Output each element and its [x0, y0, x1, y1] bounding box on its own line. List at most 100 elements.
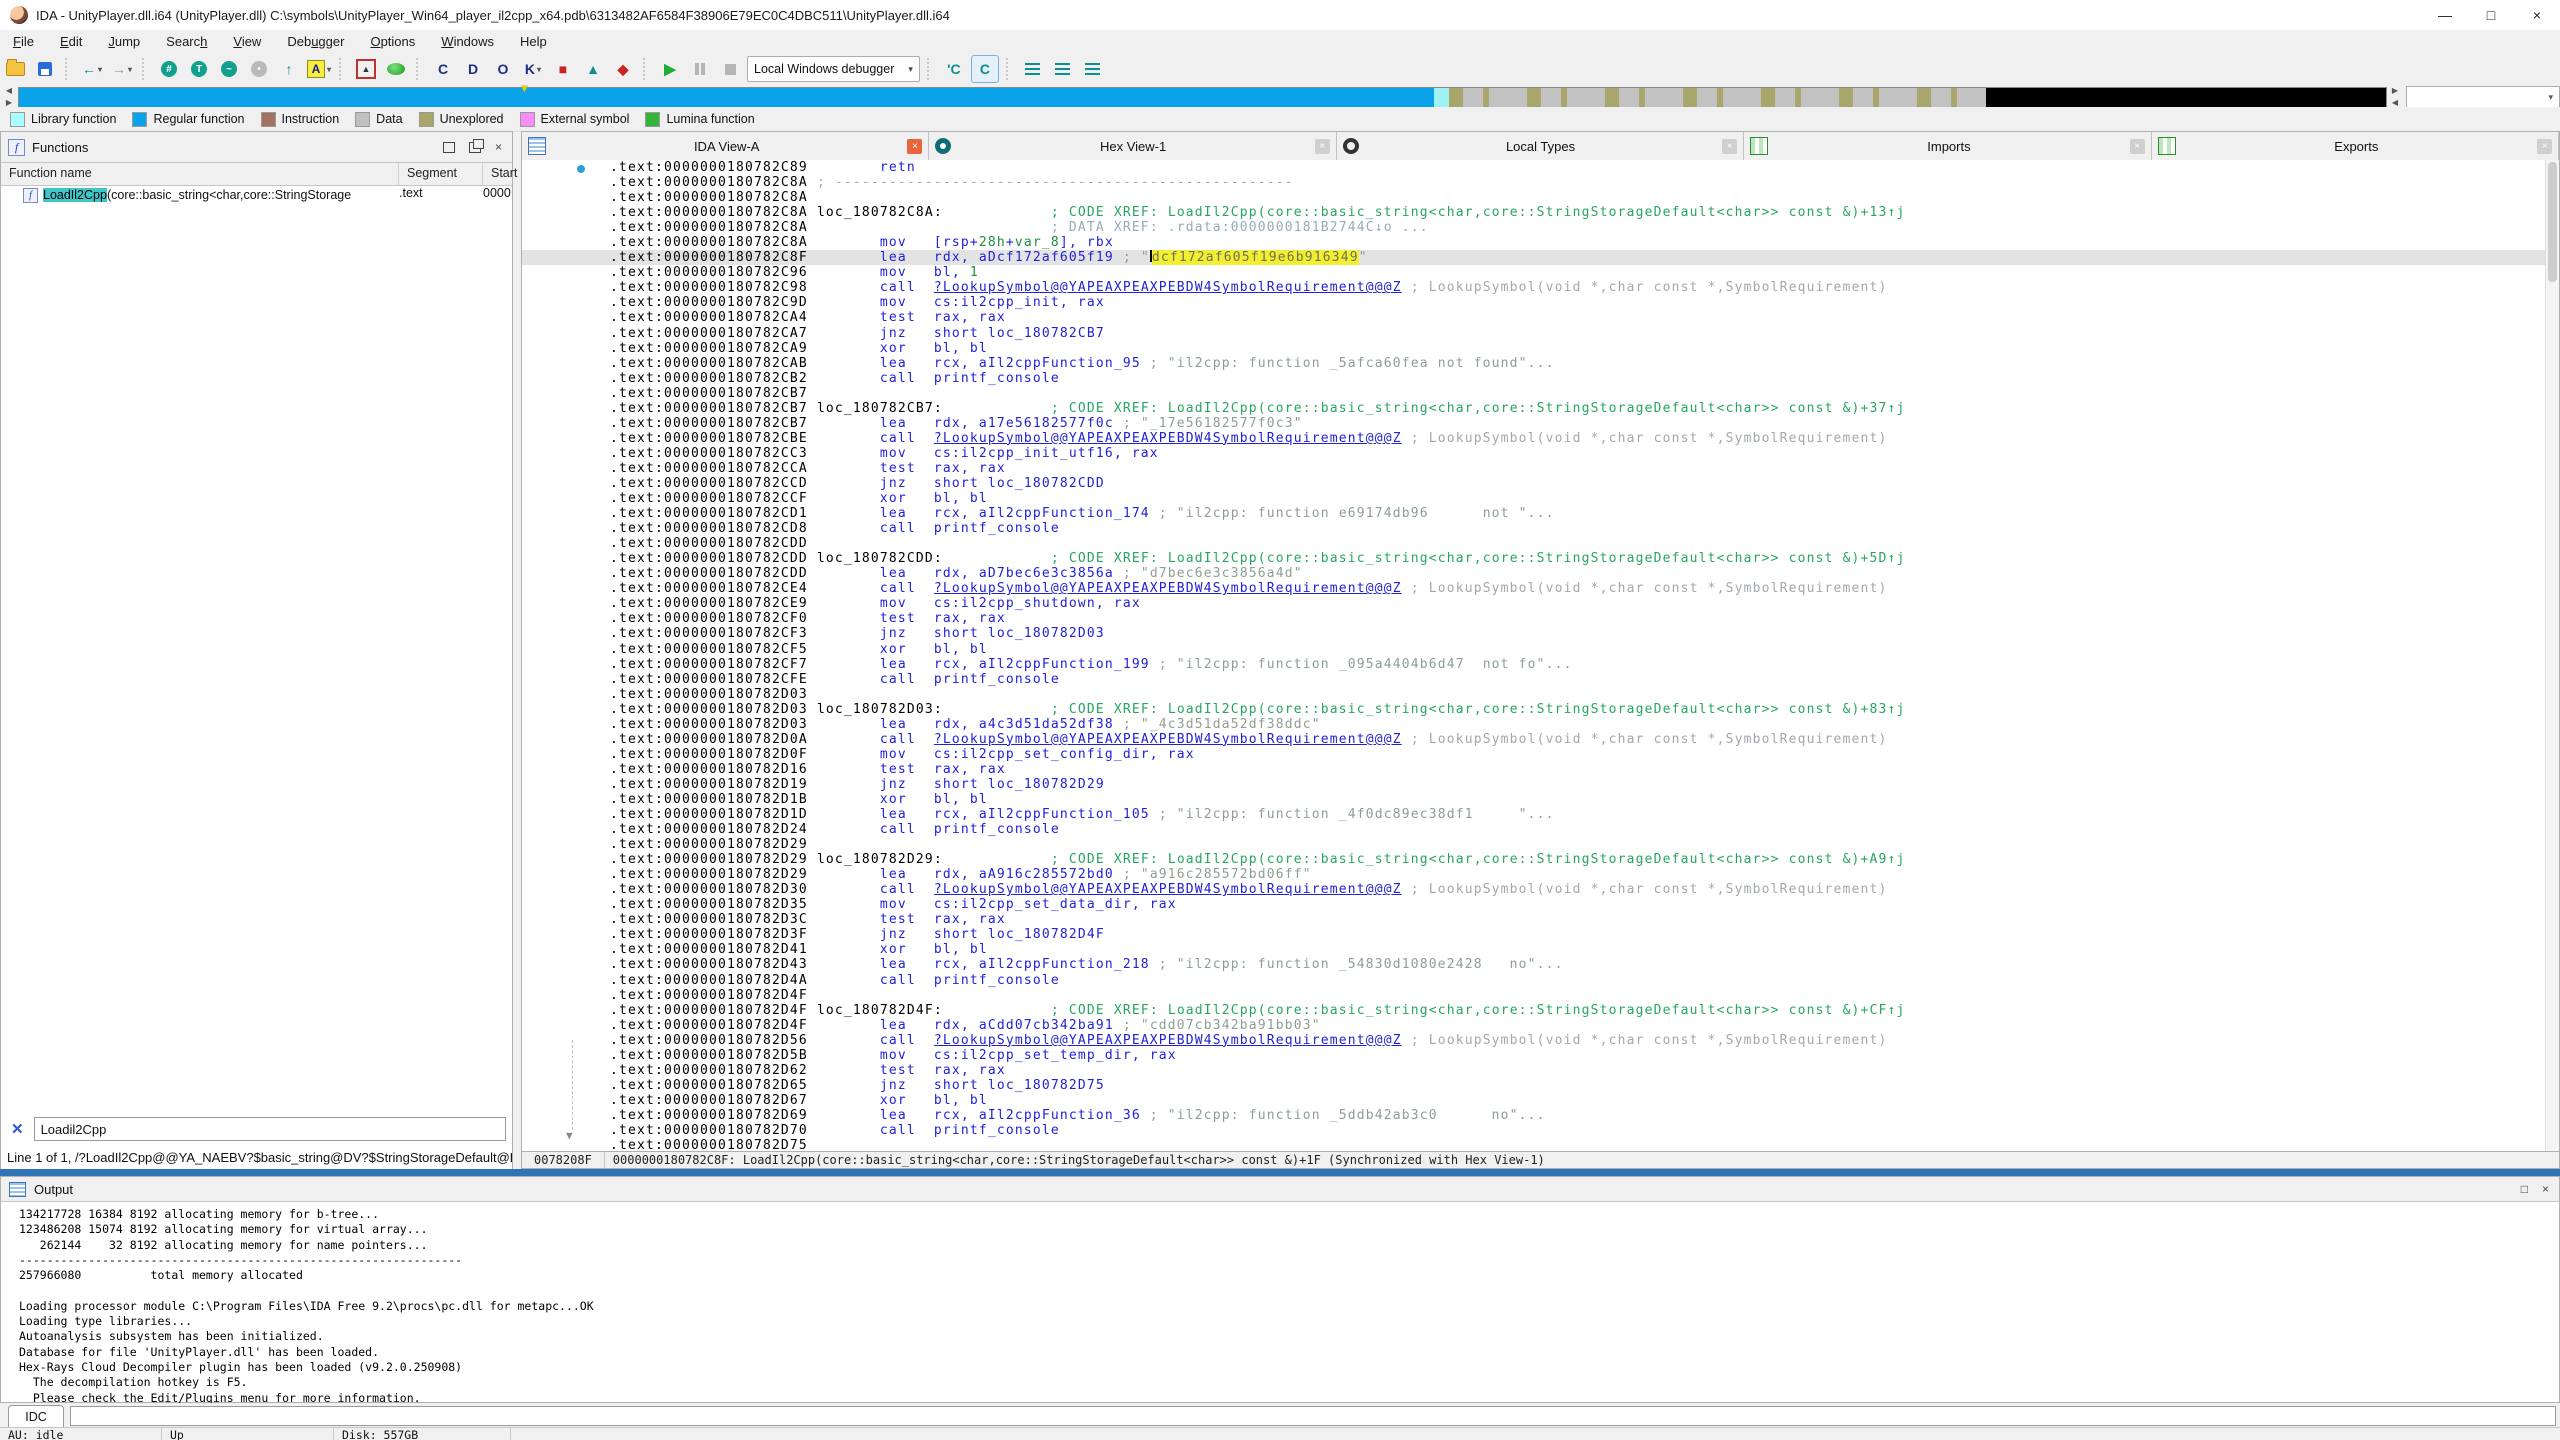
disasm-line[interactable]: .text:0000000180782CF5 xor bl, bl [522, 642, 2546, 657]
navigate-back-button[interactable]: ←▾ [79, 56, 105, 82]
enums-button[interactable] [1080, 56, 1106, 82]
disasm-line[interactable]: .text:0000000180782CE9 mov cs:il2cpp_shu… [522, 596, 2546, 611]
library-function-region[interactable] [1434, 88, 1449, 107]
scrollbar-thumb[interactable] [2548, 162, 2557, 282]
disasm-line[interactable]: .text:0000000180782D4F loc_180782D4F: ; … [522, 1003, 2546, 1018]
disasm-line[interactable]: .text:0000000180782D0F mov cs:il2cpp_set… [522, 747, 2546, 762]
patch-button[interactable]: ◆ [610, 56, 636, 82]
tab-local-types[interactable]: Local Types× [1337, 132, 1744, 160]
disasm-line[interactable]: .text:0000000180782CE4 call ?LookupSymbo… [522, 581, 2546, 596]
restore-icon[interactable]: □ [2521, 1182, 2528, 1196]
disasm-line[interactable]: .text:0000000180782D1B xor bl, bl [522, 792, 2546, 807]
functions-filter-input[interactable]: Loadil2Cpp [34, 1117, 506, 1141]
column-function-name[interactable]: Function name [1, 163, 399, 185]
disasm-line[interactable]: .text:0000000180782D24 call printf_conso… [522, 822, 2546, 837]
close-icon[interactable]: × [1315, 139, 1330, 154]
menu-item-jump[interactable]: Jump [95, 34, 153, 49]
tab-hex-view-1[interactable]: Hex View-1× [929, 132, 1336, 160]
close-icon[interactable]: × [907, 139, 922, 154]
external-region[interactable] [1986, 88, 2386, 107]
disasm-line[interactable]: .text:0000000180782CA7 jnz short loc_180… [522, 326, 2546, 341]
subviews-button[interactable] [1020, 56, 1046, 82]
disasm-line[interactable]: .text:0000000180782D5B mov cs:il2cpp_set… [522, 1048, 2546, 1063]
disasm-line[interactable]: .text:0000000180782D70 call printf_conso… [522, 1123, 2546, 1138]
pause-process-button[interactable] [687, 56, 713, 82]
menu-item-view[interactable]: View [220, 34, 274, 49]
maximize-panel-icon[interactable] [443, 142, 455, 153]
column-segment[interactable]: Segment [399, 163, 483, 185]
disasm-line[interactable]: .text:0000000180782C8A ; DATA XREF: .rda… [522, 220, 2546, 235]
disasm-line[interactable]: .text:0000000180782CB7 lea rdx, a17e5618… [522, 416, 2546, 431]
menu-item-options[interactable]: Options [357, 34, 428, 49]
jump-to-address-button[interactable]: # [156, 56, 182, 82]
disasm-line[interactable]: .text:0000000180782CA4 test rax, rax [522, 310, 2546, 325]
close-icon[interactable]: × [2537, 139, 2552, 154]
disasm-line[interactable]: .text:0000000180782CF7 lea rcx, aIl2cppF… [522, 657, 2546, 672]
breakpoint-button[interactable]: ▲ [353, 56, 379, 82]
disasm-line[interactable]: .text:0000000180782D35 mov cs:il2cpp_set… [522, 897, 2546, 912]
menu-item-edit[interactable]: Edit [47, 34, 95, 49]
disasm-line[interactable]: .text:0000000180782CDD lea rdx, aD7bec6e… [522, 566, 2546, 581]
disasm-line[interactable]: .text:0000000180782CF3 jnz short loc_180… [522, 626, 2546, 641]
stop-process-button[interactable] [717, 56, 743, 82]
disasm-line[interactable]: .text:0000000180782C8F lea rdx, aDcf172a… [522, 250, 2546, 265]
jump-to-name-button[interactable]: T [186, 56, 212, 82]
disasm-line[interactable]: .text:0000000180782CD1 lea rcx, aIl2cppF… [522, 506, 2546, 521]
disasm-line[interactable]: .text:0000000180782CCA test rax, rax [522, 461, 2546, 476]
close-icon[interactable]: × [1722, 139, 1737, 154]
disasm-line[interactable]: .text:0000000180782D41 xor bl, bl [522, 942, 2546, 957]
disasm-line[interactable]: .text:0000000180782D3F jnz short loc_180… [522, 927, 2546, 942]
disasm-line[interactable]: .text:0000000180782C8A loc_180782C8A: ; … [522, 205, 2546, 220]
undefine-button[interactable]: ■ [550, 56, 576, 82]
analysis-options-button[interactable]: A▾ [306, 56, 332, 82]
make-array-button[interactable]: K▾ [520, 56, 546, 82]
navigation-band[interactable]: ▼ [18, 87, 2387, 108]
disasm-line[interactable]: .text:0000000180782D3C test rax, rax [522, 912, 2546, 927]
menu-item-debugger[interactable]: Debugger [274, 34, 357, 49]
decompile-button[interactable]: 'C [941, 56, 967, 82]
disasm-line[interactable]: .text:0000000180782C96 mov bl, 1 [522, 265, 2546, 280]
disasm-line[interactable]: .text:0000000180782CAB lea rcx, aIl2cppF… [522, 356, 2546, 371]
open-file-button[interactable] [2, 56, 28, 82]
disassembly-scrollbar[interactable] [2545, 160, 2559, 1152]
disasm-line[interactable]: .text:0000000180782D16 test rax, rax [522, 762, 2546, 777]
disasm-line[interactable]: .text:0000000180782CB7 loc_180782CB7: ; … [522, 401, 2546, 416]
close-icon[interactable]: × [2130, 139, 2145, 154]
float-panel-icon[interactable] [469, 142, 481, 153]
navband-scroll-left[interactable]: ◀▶ [2, 86, 16, 107]
disasm-line[interactable]: .text:0000000180782C8A ; ---------------… [522, 175, 2546, 190]
disasm-line[interactable]: .text:0000000180782D0A call ?LookupSymbo… [522, 732, 2546, 747]
disasm-line[interactable]: .text:0000000180782C8A mov [rsp+28h+var_… [522, 235, 2546, 250]
rename-button[interactable]: ▲ [580, 56, 606, 82]
save-database-button[interactable] [32, 56, 58, 82]
disasm-line[interactable]: .text:0000000180782C9D mov cs:il2cpp_ini… [522, 295, 2546, 310]
close-panel-icon[interactable]: × [495, 140, 502, 154]
disasm-line[interactable]: .text:0000000180782D56 call ?LookupSymbo… [522, 1033, 2546, 1048]
disasm-line[interactable]: .text:0000000180782CDD loc_180782CDD: ; … [522, 551, 2546, 566]
debugger-selector[interactable]: Local Windows debugger▾ [747, 56, 920, 82]
output-panel-header[interactable]: Output □× [1, 1177, 2559, 1202]
disasm-line[interactable]: .text:0000000180782D03 lea rdx, a4c3d51d… [522, 717, 2546, 732]
maximize-button[interactable]: □ [2468, 0, 2514, 30]
disasm-line[interactable]: .text:0000000180782CC3 mov cs:il2cpp_ini… [522, 446, 2546, 461]
structs-button[interactable] [1050, 56, 1076, 82]
make-code-button[interactable]: C [430, 56, 456, 82]
disasm-line[interactable]: .text:0000000180782CA9 xor bl, bl [522, 341, 2546, 356]
cli-input[interactable] [70, 1406, 2556, 1426]
make-string-button[interactable]: O [490, 56, 516, 82]
jump-to-segment-button[interactable]: ~ [216, 56, 242, 82]
disasm-line[interactable]: .text:0000000180782D03 [522, 687, 2546, 702]
disasm-line[interactable]: .text:0000000180782CCF xor bl, bl [522, 491, 2546, 506]
disasm-line[interactable]: .text:0000000180782C89 retn [522, 160, 2546, 175]
disasm-line[interactable]: .text:0000000180782D69 lea rcx, aIl2cppF… [522, 1108, 2546, 1123]
make-data-button[interactable]: D [460, 56, 486, 82]
disasm-line[interactable]: .text:0000000180782C8A [522, 190, 2546, 205]
function-row[interactable]: f LoadIl2Cpp (core::basic_string<char,co… [1, 186, 512, 204]
output-log[interactable]: 134217728 16384 8192 allocating memory f… [1, 1202, 2559, 1406]
disasm-line[interactable]: .text:0000000180782D29 [522, 837, 2546, 852]
disasm-line[interactable]: .text:0000000180782D29 lea rdx, aA916c28… [522, 867, 2546, 882]
close-button[interactable]: × [2514, 0, 2560, 30]
horizontal-splitter[interactable] [0, 1169, 2560, 1176]
clear-filter-icon[interactable]: ✕ [11, 1120, 24, 1138]
disasm-line[interactable]: .text:0000000180782CB7 [522, 386, 2546, 401]
